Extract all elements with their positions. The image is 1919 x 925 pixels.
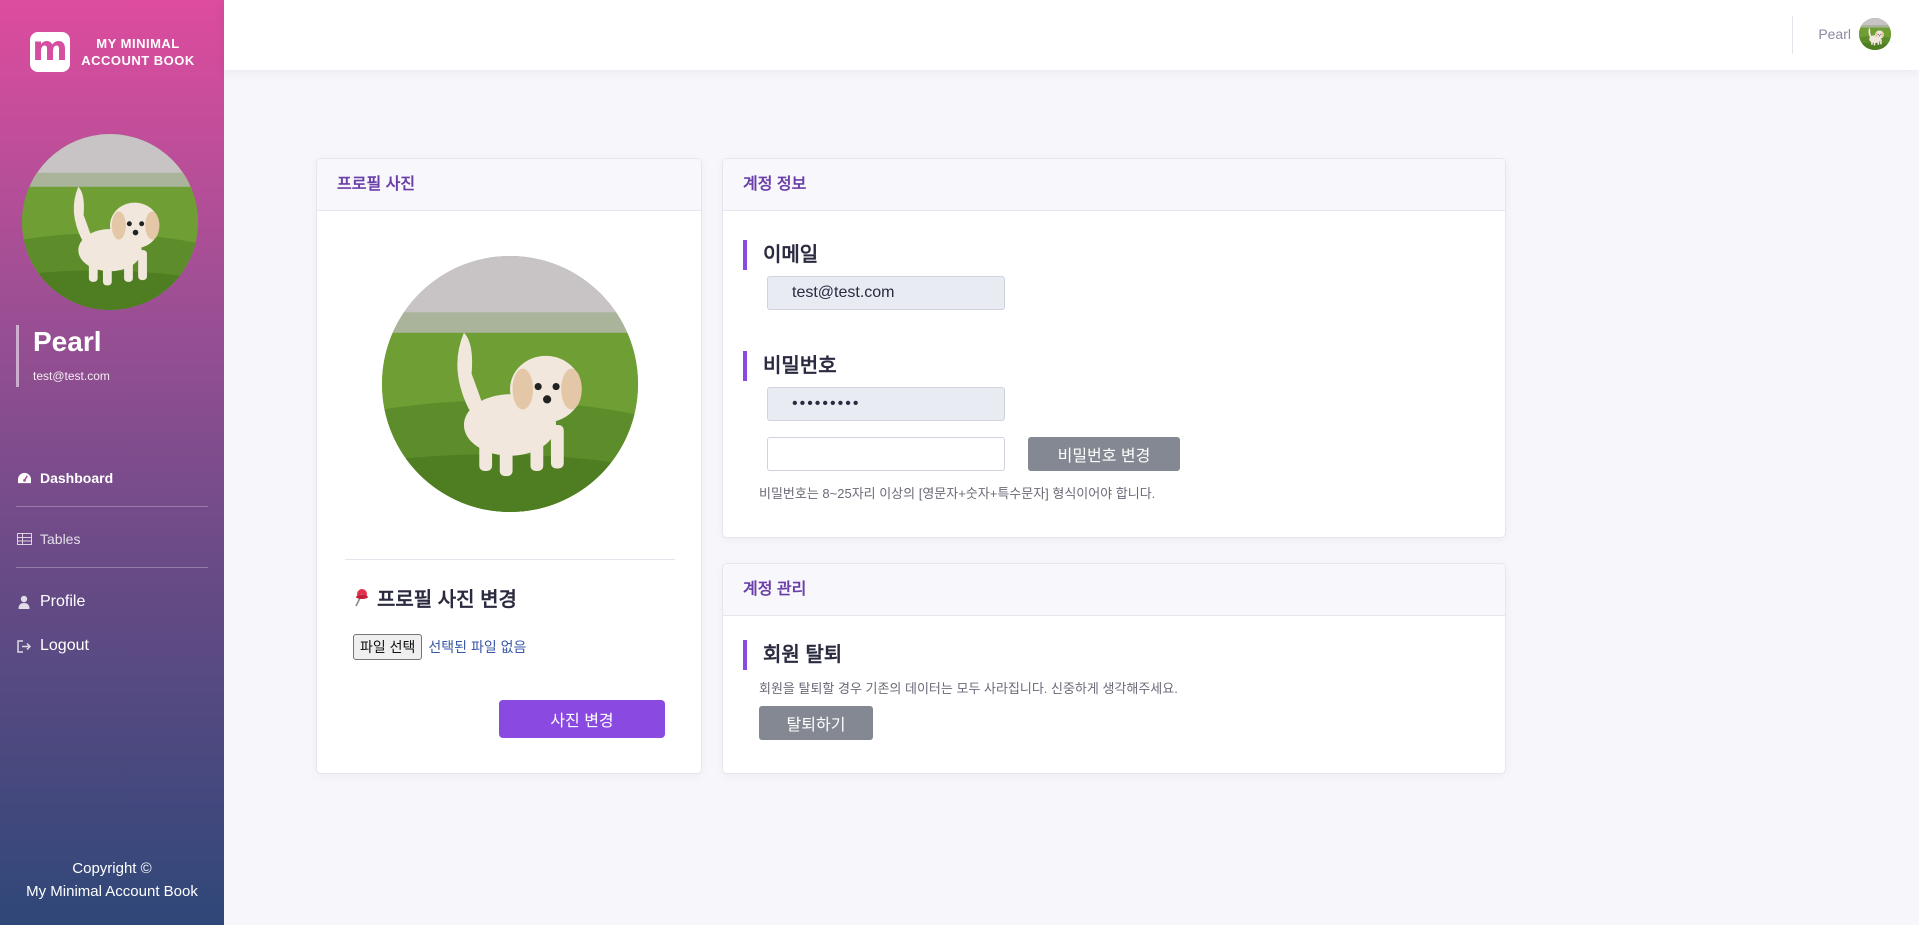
profile-photo-card: 프로필 사진 프로필 사진 변경 파일 선택 선택된 파일 없음 사진 변경 — [316, 158, 702, 774]
user-icon — [16, 595, 32, 609]
change-photo-title: 프로필 사진 변경 — [353, 583, 517, 612]
gauge-icon — [16, 472, 32, 485]
password-section-title: 비밀번호 — [743, 351, 837, 381]
card-header: 계정 관리 — [723, 564, 1505, 616]
top-bar: Pearl — [224, 0, 1919, 70]
change-password-button[interactable]: 비밀번호 변경 — [1028, 437, 1180, 471]
nav-divider — [16, 567, 208, 568]
card-header: 계정 정보 — [723, 159, 1505, 211]
account-manage-card: 계정 관리 회원 탈퇴 회원을 탈퇴할 경우 기존의 데이터는 모두 사라집니다… — [722, 563, 1506, 774]
profile-photo — [382, 256, 638, 512]
topbar-user-name: Pearl — [1818, 26, 1851, 42]
email-field[interactable]: test@test.com — [767, 276, 1005, 310]
sidebar-user-name: Pearl — [33, 326, 102, 357]
brand-logo-icon: m — [30, 29, 70, 72]
sidebar-item-label: Dashboard — [40, 470, 114, 486]
sidebar-item-dashboard[interactable]: Dashboard — [16, 458, 208, 498]
sidebar-avatar — [22, 134, 198, 310]
sidebar-item-label: Tables — [40, 531, 81, 547]
table-icon — [16, 533, 32, 545]
file-select-button[interactable]: 파일 선택 — [353, 634, 423, 660]
account-info-card: 계정 정보 이메일 test@test.com 비밀번호 ••••••••• 비… — [722, 158, 1506, 538]
withdraw-button[interactable]: 탈퇴하기 — [759, 706, 873, 740]
withdraw-section-title: 회원 탈퇴 — [743, 640, 842, 670]
avatar — [1859, 18, 1891, 50]
sidebar-nav: Dashboard Tables Profile Logout — [16, 458, 208, 668]
password-hint: 비밀번호는 8~25자리 이상의 [영문자+숫자+특수문자] 형식이어야 합니다… — [759, 486, 1156, 501]
divider — [345, 559, 675, 560]
sidebar-item-label: Profile — [40, 593, 86, 610]
new-password-input[interactable] — [767, 437, 1005, 471]
file-picker: 파일 선택 선택된 파일 없음 — [353, 634, 526, 660]
sidebar: m MY MINIMAL ACCOUNT BOOK Pearl test@tes… — [0, 0, 224, 925]
sidebar-user-email: test@test.com — [33, 369, 110, 383]
sidebar-user-info: Pearl test@test.com — [16, 325, 110, 387]
email-section-title: 이메일 — [743, 240, 818, 270]
withdraw-description: 회원을 탈퇴할 경우 기존의 데이터는 모두 사라집니다. 신중하게 생각해주세… — [759, 681, 1178, 696]
sidebar-item-label: Logout — [40, 637, 89, 654]
topbar-divider — [1792, 16, 1793, 54]
topbar-user-menu[interactable]: Pearl — [1818, 18, 1891, 50]
sidebar-item-logout[interactable]: Logout — [16, 624, 208, 668]
change-photo-button[interactable]: 사진 변경 — [499, 700, 665, 738]
current-password-field[interactable]: ••••••••• — [767, 387, 1005, 421]
brand[interactable]: m MY MINIMAL ACCOUNT BOOK — [30, 29, 196, 72]
file-status: 선택된 파일 없음 — [428, 639, 527, 655]
copyright: Copyright © My Minimal Account Book — [26, 860, 198, 900]
logout-icon — [16, 639, 32, 653]
sidebar-item-profile[interactable]: Profile — [16, 580, 208, 624]
nav-divider — [16, 506, 208, 507]
pushpin-icon — [353, 588, 369, 608]
brand-title: MY MINIMAL ACCOUNT BOOK — [81, 36, 195, 68]
sidebar-item-tables[interactable]: Tables — [16, 519, 208, 559]
card-header: 프로필 사진 — [317, 159, 701, 211]
